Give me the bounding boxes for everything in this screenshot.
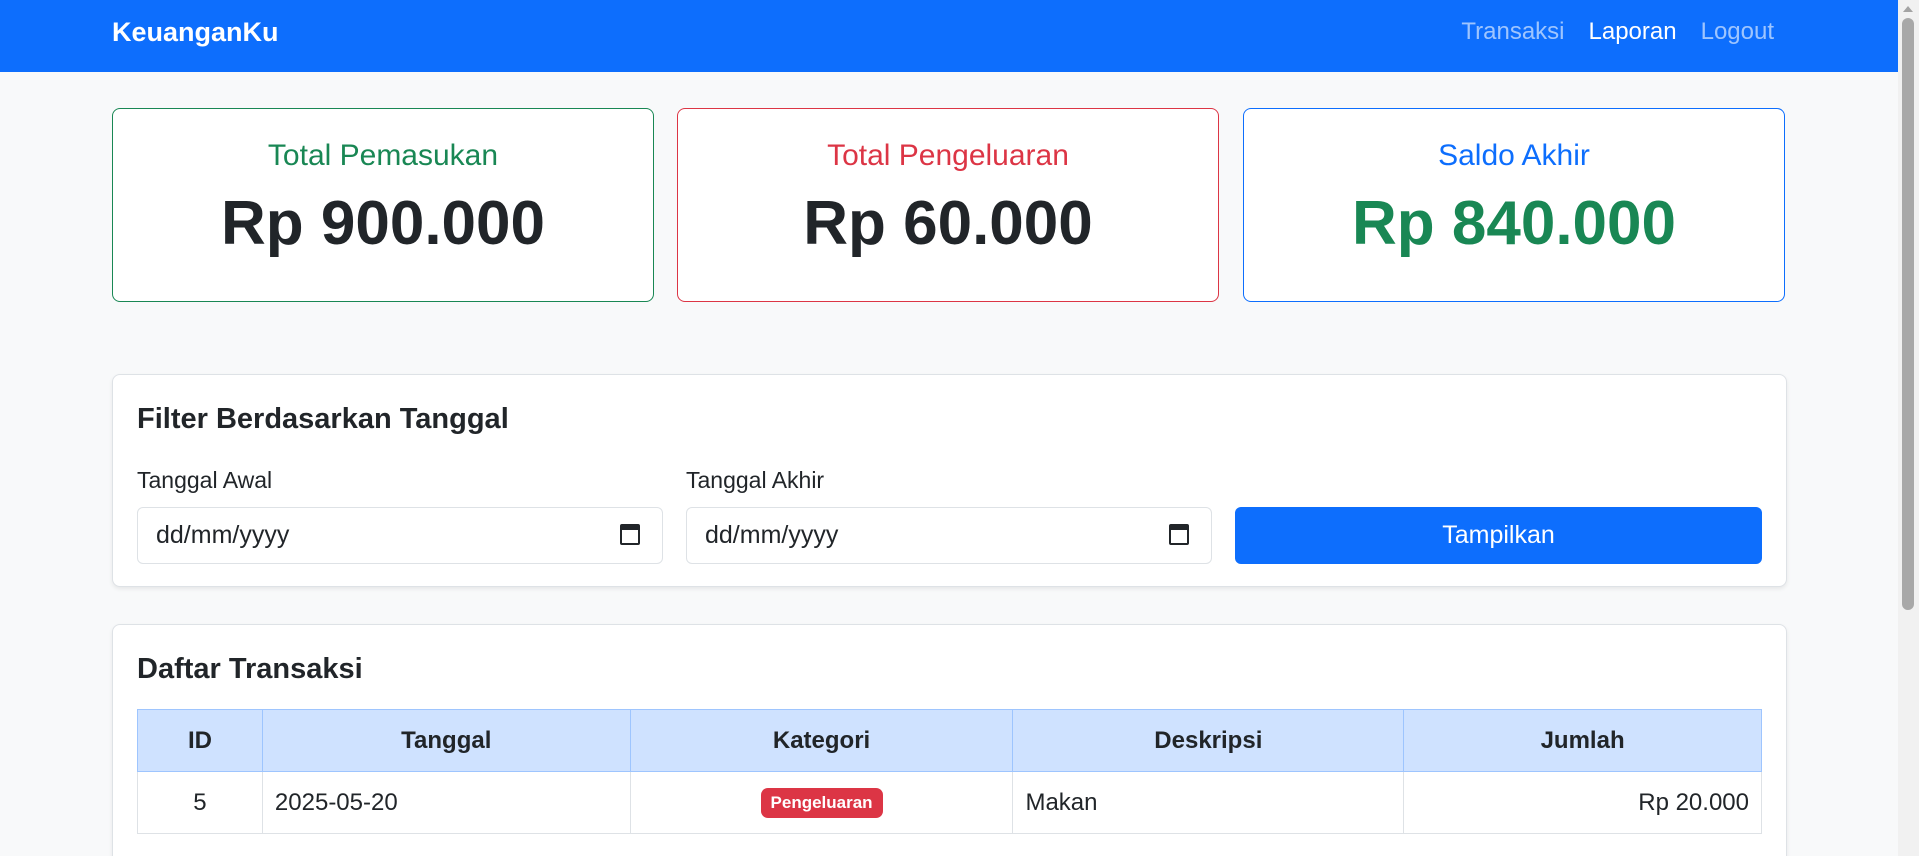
total-expense-card: Total Pengeluaran Rp 60.000 [677,108,1219,302]
transactions-title: Daftar Transaksi [137,653,363,685]
nav-link-laporan[interactable]: Laporan [1589,16,1677,48]
cell-id: 5 [137,771,263,834]
page-scrollbar[interactable] [1898,0,1919,856]
column-header-category: Kategori [629,709,1014,772]
scroll-up-arrow-icon[interactable] [1903,6,1913,12]
start-date-label: Tanggal Awal [137,467,273,493]
cell-amount: Rp 20.000 [1403,771,1762,834]
cell-category: Pengeluaran [629,771,1014,834]
category-badge: Pengeluaran [760,788,883,818]
start-date-input[interactable]: dd/mm/yyyy [137,507,663,564]
cell-date: 2025-05-20 [261,771,631,834]
nav-links: Transaksi Laporan Logout [1461,16,1774,48]
total-expense-title: Total Pengeluaran [827,139,1069,172]
filter-title: Filter Berdasarkan Tanggal [137,403,509,435]
end-date-placeholder: dd/mm/yyyy [705,521,839,549]
column-header-id: ID [137,709,263,772]
column-header-date: Tanggal [261,709,631,772]
cell-description: Makan [1012,771,1405,834]
calendar-icon[interactable] [620,524,640,545]
transactions-card: Daftar Transaksi ID Tanggal Kategori Des… [112,624,1787,856]
end-date-input[interactable]: dd/mm/yyyy [686,507,1212,564]
transactions-table: ID Tanggal Kategori Deskripsi Jumlah 5 2… [137,709,1762,834]
date-filter-card: Filter Berdasarkan Tanggal Tanggal Awal … [112,374,1787,587]
total-income-title: Total Pemasukan [267,139,499,172]
start-date-placeholder: dd/mm/yyyy [156,521,290,549]
final-balance-title: Saldo Akhir [1438,139,1590,172]
total-income-card: Total Pemasukan Rp 900.000 [112,108,654,302]
scrollbar-thumb[interactable] [1902,18,1914,610]
total-income-value: Rp 900.000 [221,189,545,258]
brand-logo[interactable]: KeuanganKu [112,14,279,50]
column-header-amount: Jumlah [1403,709,1762,772]
end-date-label: Tanggal Akhir [686,467,825,493]
final-balance-card: Saldo Akhir Rp 840.000 [1243,108,1785,302]
final-balance-value: Rp 840.000 [1352,189,1676,258]
column-header-description: Deskripsi [1012,709,1405,772]
nav-link-transaksi[interactable]: Transaksi [1461,16,1564,48]
navbar: KeuanganKu Transaksi Laporan Logout [0,0,1898,72]
table-header-row: ID Tanggal Kategori Deskripsi Jumlah [137,709,1762,772]
calendar-icon[interactable] [1169,524,1189,545]
show-button[interactable]: Tampilkan [1235,507,1762,564]
nav-link-logout[interactable]: Logout [1701,16,1774,48]
table-row: 5 2025-05-20 Pengeluaran Makan Rp 20.000 [137,771,1762,834]
total-expense-value: Rp 60.000 [803,189,1093,258]
